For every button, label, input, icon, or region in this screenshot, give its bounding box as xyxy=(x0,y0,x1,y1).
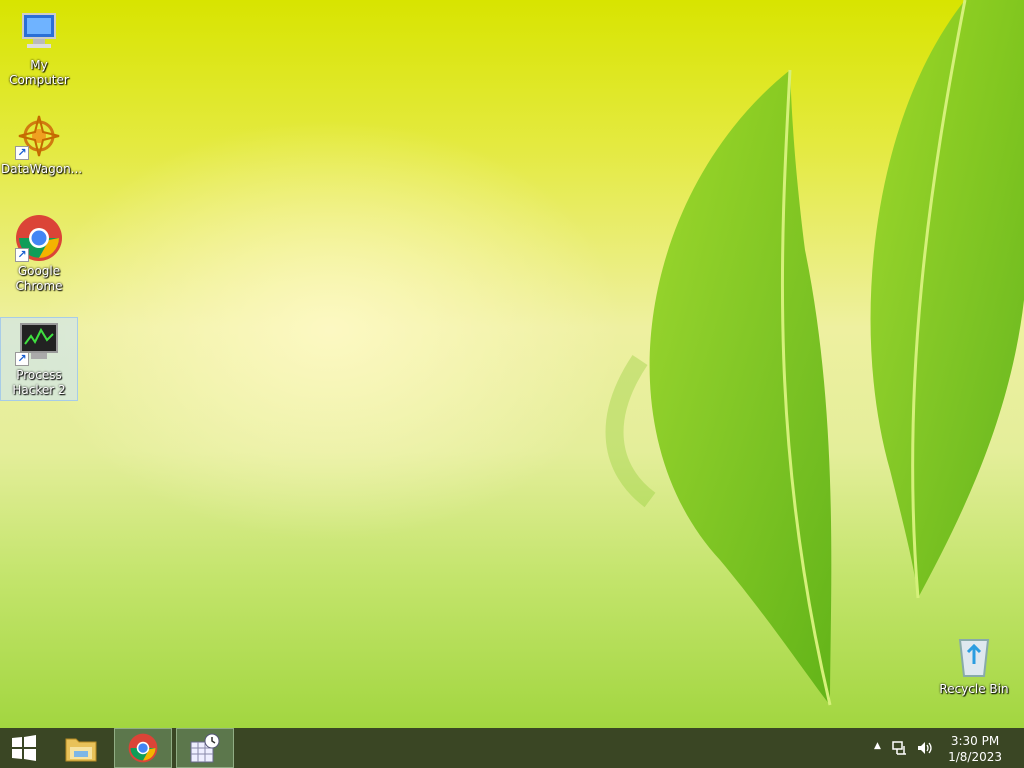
shortcut-arrow-icon: ↗ xyxy=(15,352,29,366)
taskbar: ▲ 3:30 PM 1/8/2023 xyxy=(0,728,1024,768)
process-hacker-icon: ↗ xyxy=(15,318,63,366)
taskbar-task-scheduler-button[interactable] xyxy=(176,728,234,768)
task-scheduler-icon xyxy=(190,733,220,763)
desktop-icon-label: Recycle Bin xyxy=(939,682,1009,696)
desktop-icon-process-hacker[interactable]: ↗ Process Hacker 2 xyxy=(0,317,78,401)
recycle-bin-icon xyxy=(950,632,998,680)
datawagon-icon: ↗ xyxy=(15,112,63,160)
start-button[interactable] xyxy=(0,728,48,768)
desktop-icon-recycle-bin[interactable]: Recycle Bin xyxy=(936,632,1012,697)
desktop-icon-google-chrome[interactable]: ↗ Google Chrome xyxy=(1,214,77,294)
taskbar-file-explorer-button[interactable] xyxy=(52,728,110,768)
folder-icon xyxy=(65,738,97,762)
wallpaper-leaves xyxy=(605,0,1024,706)
shortcut-arrow-icon: ↗ xyxy=(15,146,29,160)
taskbar-chrome-button[interactable] xyxy=(114,728,172,768)
network-icon[interactable] xyxy=(892,740,908,756)
chrome-icon xyxy=(128,733,158,763)
desktop-icon-label: My Computer xyxy=(9,58,69,87)
desktop-icon-label: Google Chrome xyxy=(15,264,63,293)
chrome-icon: ↗ xyxy=(15,214,63,262)
show-hidden-icons-chevron-icon[interactable]: ▲ xyxy=(874,741,881,751)
clock-time: 3:30 PM xyxy=(950,734,1000,748)
desktop-wallpaper: My Computer ↗ DataWagon... ↗ Google Chro… xyxy=(0,0,1024,728)
clock-date: 1/8/2023 xyxy=(948,750,1002,764)
desktop-icon-label: DataWagon... xyxy=(1,162,83,176)
taskbar-clock[interactable]: 3:30 PM 1/8/2023 xyxy=(948,733,1002,765)
shortcut-arrow-icon: ↗ xyxy=(15,248,29,262)
desktop-icon-label: Process Hacker 2 xyxy=(12,368,66,397)
desktop-icon-my-computer[interactable]: My Computer xyxy=(1,8,77,88)
windows-logo-icon xyxy=(12,735,36,761)
computer-icon xyxy=(15,8,63,56)
volume-icon[interactable] xyxy=(916,740,934,756)
notification-area: ▲ xyxy=(864,728,954,768)
desktop-icon-datawagon[interactable]: ↗ DataWagon... xyxy=(1,112,82,177)
